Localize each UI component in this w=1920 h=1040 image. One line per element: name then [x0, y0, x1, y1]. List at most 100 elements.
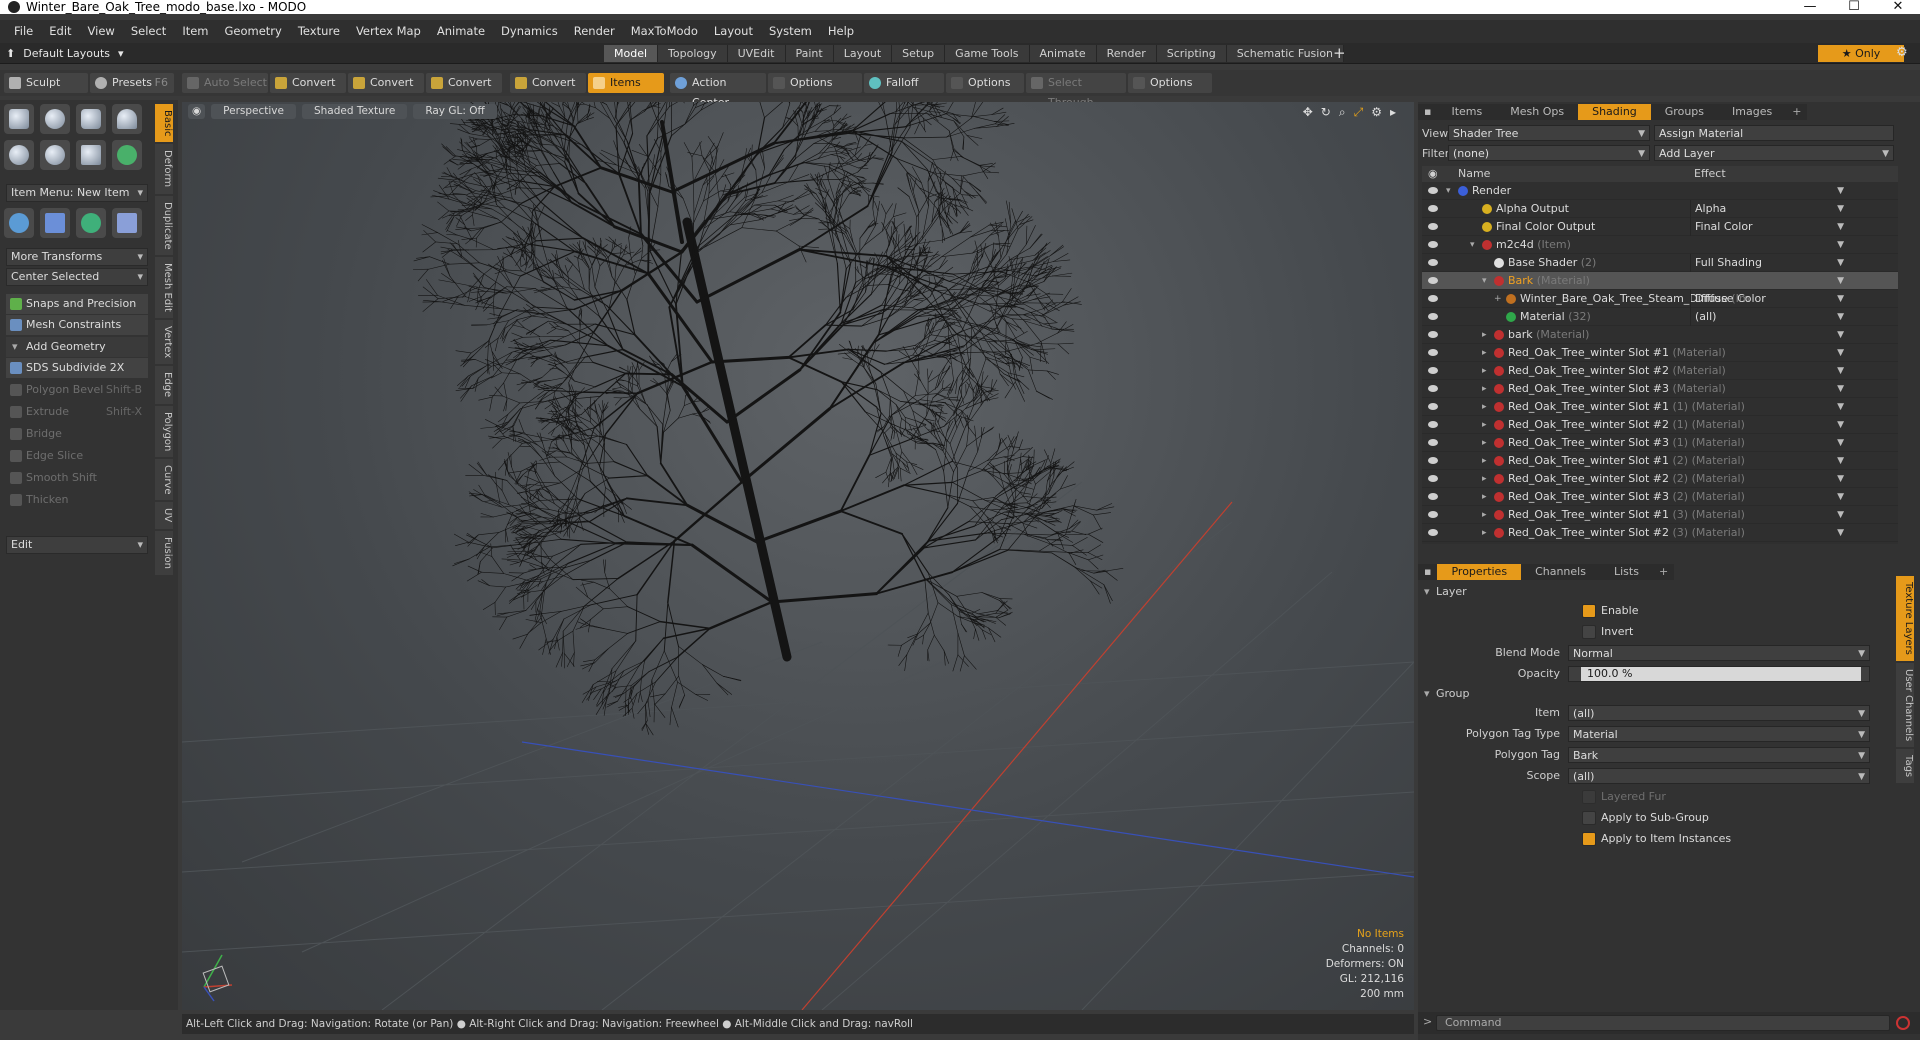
mesh-constraints-label: Mesh Constraints — [26, 318, 122, 331]
cylinder-icon[interactable] — [76, 104, 106, 134]
menu-view[interactable]: View — [80, 20, 123, 43]
pyramid-icon[interactable] — [112, 208, 142, 238]
vtab-fusion[interactable]: Fusion — [155, 530, 173, 575]
text-tool-icon[interactable] — [112, 140, 142, 170]
smooth-shift-button[interactable]: Smooth Shift — [6, 468, 148, 488]
tree-branch — [570, 433, 573, 443]
select-through-options-button[interactable]: Options — [1128, 73, 1212, 93]
pen-icon[interactable] — [76, 140, 106, 170]
sds-subdivide-button[interactable]: SDS Subdivide 2X — [6, 358, 148, 378]
falloff-options-button[interactable]: Options — [946, 73, 1024, 93]
cube-icon[interactable] — [4, 104, 34, 134]
presets-button[interactable]: Presets F6 — [90, 73, 174, 93]
tab-scripting[interactable]: Scripting — [1156, 45, 1227, 62]
tree-branch — [1005, 472, 1023, 474]
edge-slice-button[interactable]: Edge Slice — [6, 446, 148, 466]
menu-vertex-map[interactable]: Vertex Map — [348, 20, 429, 43]
convert-polygons-button[interactable]: Convert — [426, 73, 502, 93]
tab-uvedit[interactable]: UVEdit — [727, 45, 786, 62]
item-menu-dropdown[interactable]: Item Menu: New Item ▾ — [6, 184, 148, 202]
sphere-icon[interactable] — [40, 104, 70, 134]
tree-branch — [459, 375, 469, 388]
tab-paint[interactable]: Paint — [785, 45, 834, 62]
menu-maxtomodo[interactable]: MaxToModo — [623, 20, 706, 43]
vtab-uv[interactable]: UV — [155, 502, 173, 529]
tab-render[interactable]: Render — [1096, 45, 1157, 62]
vtab-curve[interactable]: Curve — [155, 458, 173, 501]
capsule-icon[interactable] — [40, 140, 70, 170]
menu-dynamics[interactable]: Dynamics — [493, 20, 566, 43]
vtab-vertex[interactable]: Vertex — [155, 320, 173, 365]
tree-branch — [464, 194, 482, 204]
tab-schematic-fusion[interactable]: Schematic Fusion — [1226, 45, 1345, 62]
close-icon[interactable]: ✕ — [1876, 0, 1920, 14]
add-tab-icon[interactable]: + — [1333, 44, 1346, 62]
grid-icon[interactable] — [40, 208, 70, 238]
extrude-button[interactable]: Extrude Shift-X — [6, 402, 148, 422]
tree-branch — [952, 654, 959, 672]
convert-materials-button[interactable]: Convert — [510, 73, 586, 93]
torus-icon[interactable] — [4, 140, 34, 170]
convert-edges-button[interactable]: Convert — [348, 73, 424, 93]
tree-branch — [901, 141, 933, 164]
gear-icon[interactable]: ⚙ — [1896, 45, 1908, 60]
auto-select-button[interactable]: Auto Select — [182, 73, 268, 93]
menu-render[interactable]: Render — [566, 20, 623, 43]
mesh-constraints-button[interactable]: Mesh Constraints — [6, 315, 148, 335]
tab-layout[interactable]: Layout — [833, 45, 893, 62]
tree-branch — [479, 262, 521, 277]
menu-select[interactable]: Select — [123, 20, 174, 43]
tree-branch — [923, 507, 949, 549]
globe-icon[interactable] — [76, 208, 106, 238]
sculpt-button[interactable]: Sculpt — [4, 73, 88, 93]
tree-branch — [587, 245, 596, 253]
menu-system[interactable]: System — [761, 20, 820, 43]
vtab-basic[interactable]: Basic — [155, 104, 173, 143]
tab-topology[interactable]: Topology — [658, 45, 728, 62]
select-through-button[interactable]: Select Through — [1026, 73, 1126, 109]
vtab-polygon[interactable]: Polygon — [155, 405, 173, 457]
menu-edit[interactable]: Edit — [41, 20, 79, 43]
vtab-deform[interactable]: Deform — [155, 144, 173, 194]
tree-branch — [949, 321, 962, 324]
tab-setup[interactable]: Setup — [892, 45, 946, 62]
snaps-button[interactable]: Snaps and Precision — [6, 294, 148, 314]
cone-icon[interactable] — [112, 104, 142, 134]
minimize-icon[interactable]: — — [1788, 0, 1832, 14]
edit-dropdown[interactable]: Edit ▾ — [6, 536, 148, 554]
falloff-button[interactable]: Falloff — [864, 73, 944, 93]
tree-branch — [647, 679, 653, 702]
center-selected-dropdown[interactable]: Center Selected ▾ — [6, 268, 148, 286]
tab-game-tools[interactable]: Game Tools — [945, 45, 1030, 62]
menu-animate[interactable]: Animate — [429, 20, 493, 43]
tab-animate[interactable]: Animate — [1029, 45, 1097, 62]
tree-branch — [577, 331, 595, 363]
maximize-icon[interactable]: ☐ — [1832, 0, 1876, 14]
add-geometry-header[interactable]: ▾ Add Geometry — [6, 337, 148, 357]
vtab-mesh-edit[interactable]: Mesh Edit — [155, 257, 173, 319]
vtab-duplicate[interactable]: Duplicate — [155, 195, 173, 256]
3d-viewport[interactable]: ◉ Perspective Shaded Texture Ray GL: Off… — [182, 102, 1414, 1010]
thicken-button[interactable]: Thicken — [6, 490, 148, 510]
vtab-edge[interactable]: Edge — [155, 366, 173, 404]
more-transforms-dropdown[interactable]: More Transforms ▾ — [6, 248, 148, 266]
menu-file[interactable]: File — [6, 20, 41, 43]
convert-vertices-button[interactable]: Convert — [270, 73, 346, 93]
menu-texture[interactable]: Texture — [290, 20, 348, 43]
tree-branch — [511, 332, 523, 338]
action-center-options-button[interactable]: Options — [768, 73, 862, 93]
menu-layout[interactable]: Layout — [706, 20, 761, 43]
polygon-bevel-button[interactable]: Polygon Bevel Shift-B — [6, 380, 148, 400]
layout-selector[interactable]: ⬆ Default Layouts ▾ — [6, 45, 124, 62]
menu-item[interactable]: Item — [174, 20, 216, 43]
tab-model[interactable]: Model — [604, 45, 659, 62]
items-button[interactable]: Items — [588, 73, 664, 93]
menu-geometry[interactable]: Geometry — [217, 20, 290, 43]
action-center-button[interactable]: Action Center — [670, 73, 766, 109]
transform-icon[interactable] — [4, 208, 34, 238]
menu-help[interactable]: Help — [820, 20, 862, 43]
tree-branch — [927, 634, 935, 651]
bridge-button[interactable]: Bridge — [6, 424, 148, 444]
only-button[interactable]: ★ Only — [1818, 45, 1904, 62]
tree-branch — [437, 177, 455, 181]
